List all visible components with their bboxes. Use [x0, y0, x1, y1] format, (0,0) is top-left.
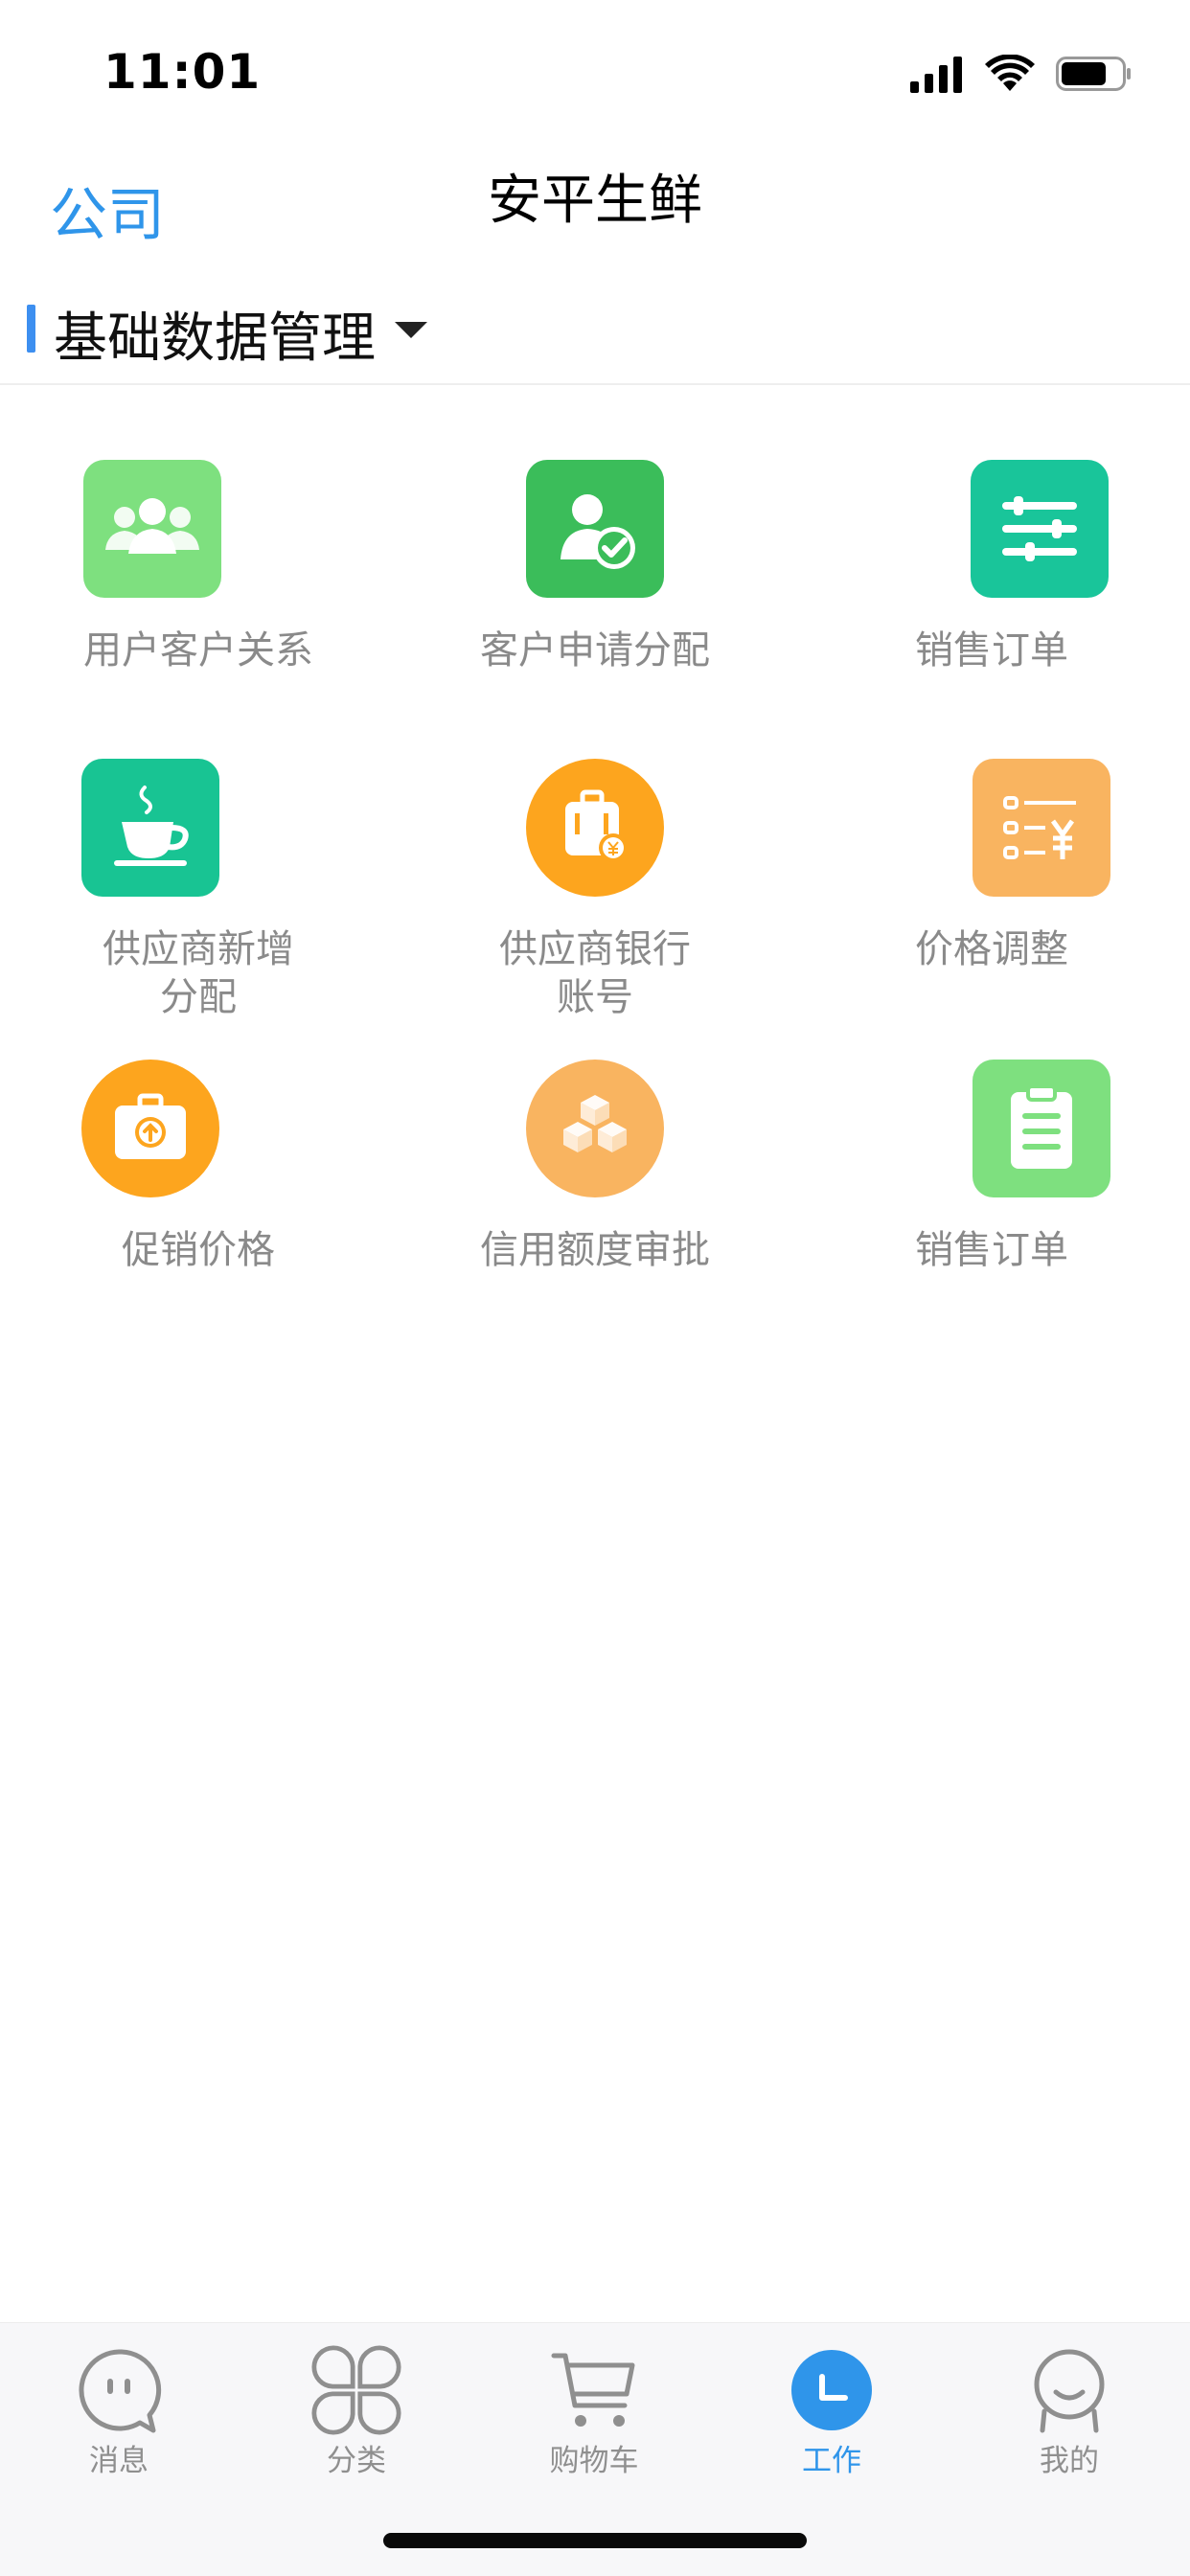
tab-label: 消息 [89, 2444, 149, 2478]
battery-icon [1056, 57, 1131, 91]
cart-icon [548, 2344, 640, 2436]
grid-label: 促销价格 [122, 1228, 275, 1272]
coffee-cup-icon [81, 759, 219, 897]
category-icon [310, 2344, 402, 2436]
grid-label: 用户客户关系 [83, 628, 313, 672]
wifi-icon [985, 55, 1035, 91]
upload-briefcase-icon [81, 1060, 219, 1197]
page-title: 安平生鲜 [488, 170, 702, 232]
grid-item-sales-order-2[interactable]: 销售订单 [793, 1060, 1190, 1289]
tab-category[interactable]: 分类 [238, 2331, 475, 2478]
grid-label: 销售订单 [915, 1228, 1068, 1272]
section-title[interactable]: 基础数据管理 [54, 295, 376, 373]
tab-label: 工作 [802, 2444, 861, 2478]
work-icon [786, 2344, 878, 2436]
caret-down-icon[interactable] [395, 322, 427, 338]
message-icon [73, 2344, 165, 2436]
clipboard-icon [973, 1060, 1110, 1197]
user-check-icon [526, 460, 664, 598]
status-icons [910, 50, 1133, 98]
grid-item-user-customer-relation[interactable]: 用户客户关系 [0, 460, 397, 690]
status-time: 11:01 [103, 44, 262, 100]
tab-label: 我的 [1040, 2444, 1099, 2478]
grid-label: 信用额度审批 [480, 1228, 710, 1272]
grid-label: 供应商银行 账号 [499, 927, 691, 1019]
suitcase-yen-icon [526, 759, 664, 897]
grid-item-credit-approval[interactable]: 信用额度审批 [397, 1060, 793, 1289]
grid-label: 价格调整 [915, 927, 1068, 971]
section-header: 基础数据管理 [0, 287, 1190, 385]
tab-cart[interactable]: 购物车 [475, 2331, 713, 2478]
grid-item-sales-order[interactable]: 销售订单 [793, 460, 1190, 690]
grid-label: 供应商新增 分配 [103, 927, 294, 1019]
nav-bar: 公司 安平生鲜 [0, 144, 1190, 259]
tab-label: 购物车 [549, 2444, 639, 2478]
tab-profile[interactable]: 我的 [950, 2331, 1188, 2478]
status-bar: 11:01 [0, 0, 1190, 144]
sliders-icon [971, 460, 1109, 598]
signal-icon [910, 57, 962, 93]
tab-label: 分类 [327, 2444, 386, 2478]
tab-work[interactable]: 工作 [713, 2331, 950, 2478]
grid-item-customer-application[interactable]: 客户申请分配 [397, 460, 793, 690]
section-marker [27, 305, 35, 353]
grid-label: 销售订单 [915, 628, 1068, 672]
grid-item-supplier-assign[interactable]: 供应商新增 分配 [0, 759, 397, 1019]
grid-item-price-adjust[interactable]: 价格调整 [793, 759, 1190, 1017]
profile-icon [1023, 2344, 1115, 2436]
grid-item-promo-price[interactable]: 促销价格 [0, 1060, 397, 1289]
users-icon [83, 460, 221, 598]
cubes-icon [526, 1060, 664, 1197]
grid-label: 客户申请分配 [480, 628, 710, 672]
grid-item-supplier-bank-account[interactable]: 供应商银行 账号 [397, 759, 793, 1019]
home-indicator [383, 2533, 807, 2548]
tab-messages[interactable]: 消息 [0, 2331, 238, 2478]
price-list-icon [973, 759, 1110, 897]
